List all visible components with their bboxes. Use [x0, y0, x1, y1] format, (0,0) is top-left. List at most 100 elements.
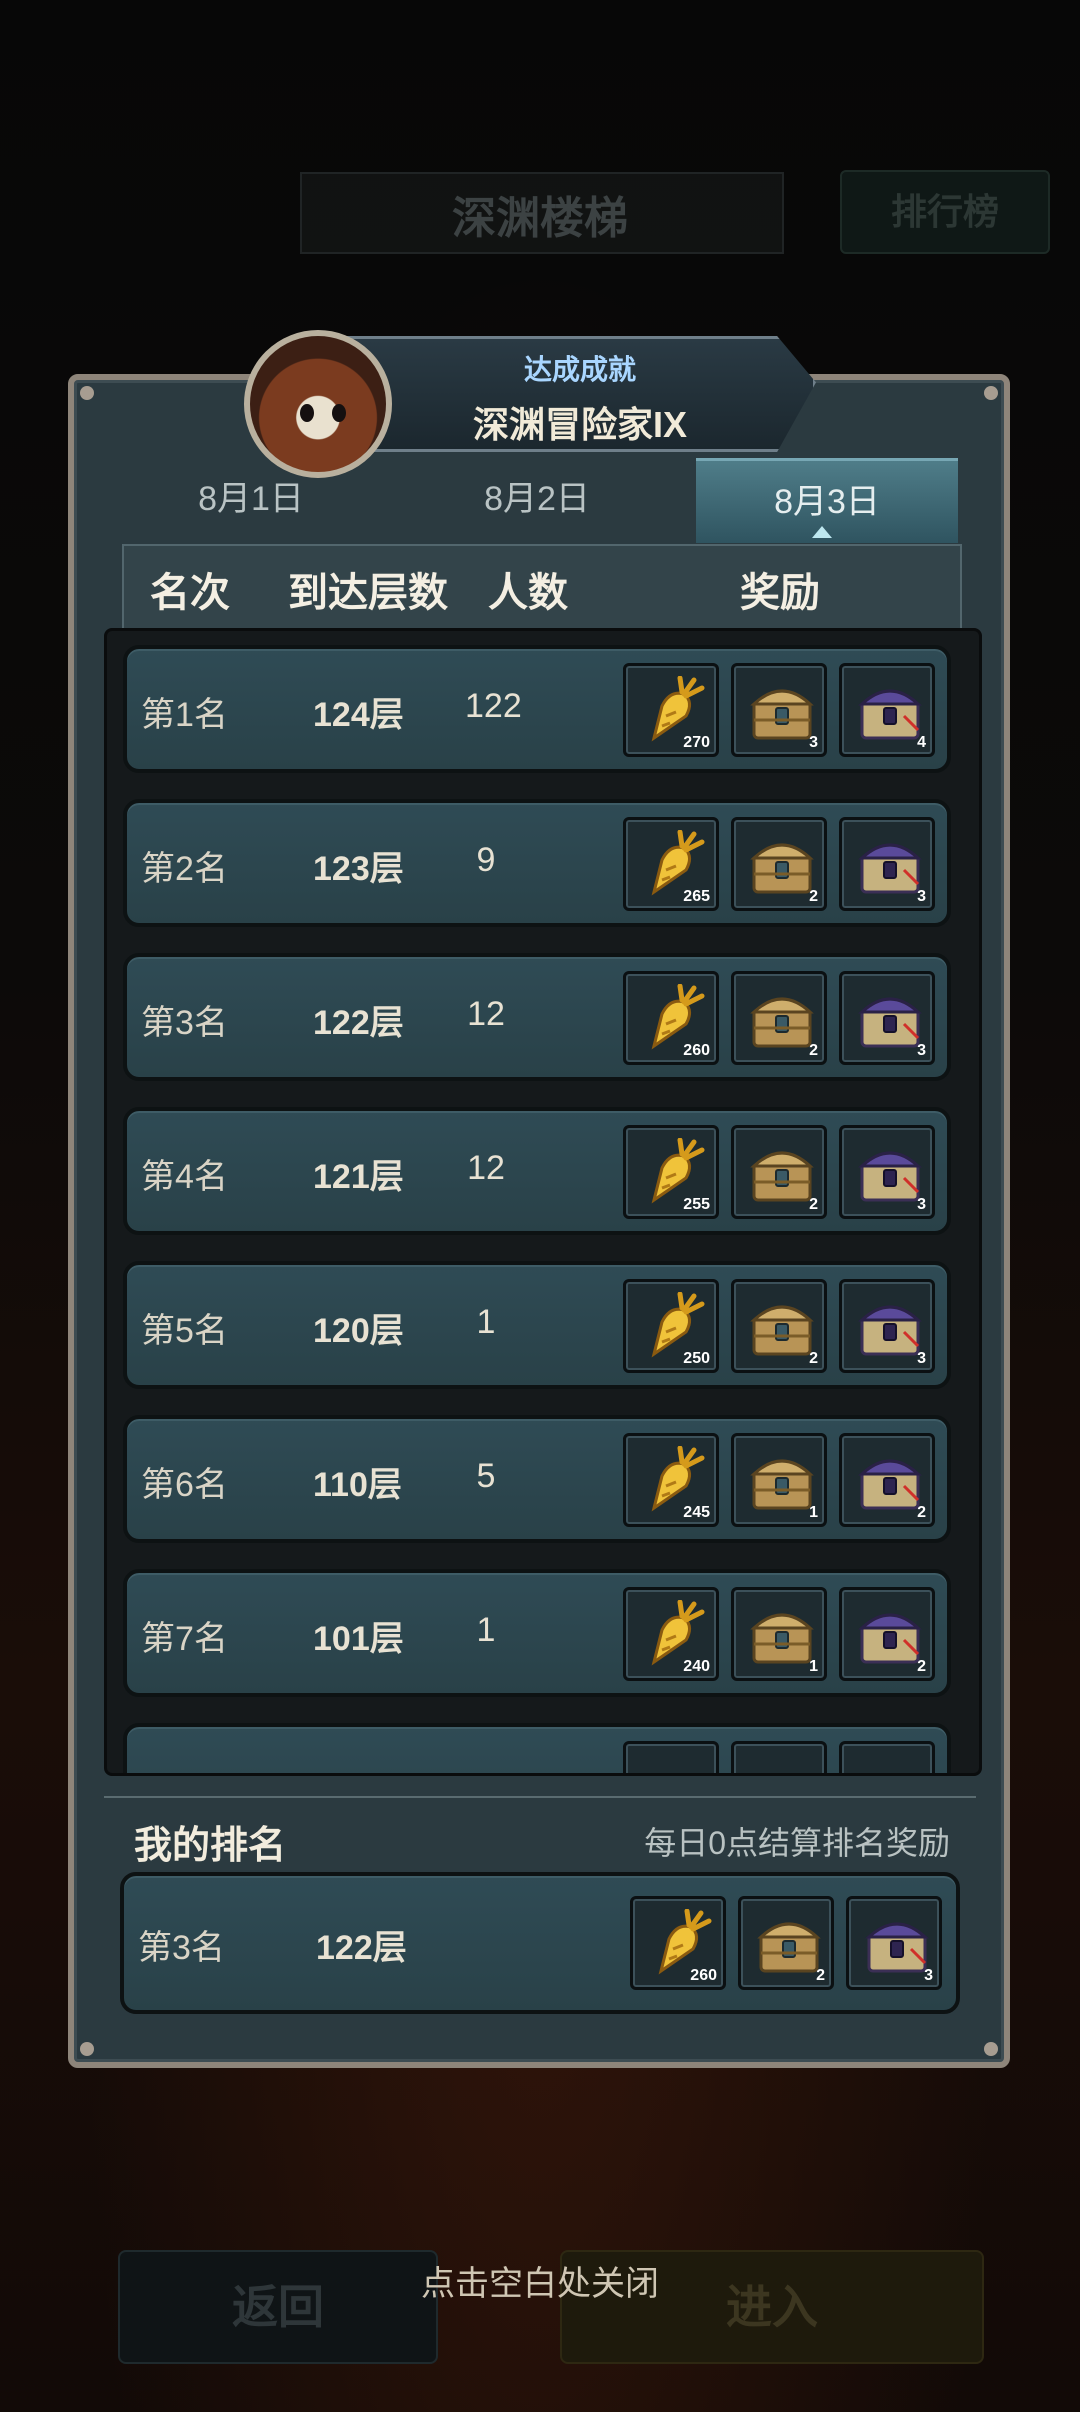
golden-carrot-reward-slot[interactable]: 260: [623, 971, 719, 1065]
reward-quantity: 2: [809, 1196, 818, 1213]
table-row[interactable]: 第5名 120层 1 250 2 3: [123, 1261, 951, 1389]
purple-chest-reward-slot[interactable]: 4: [839, 663, 935, 757]
reward-quantity: 240: [683, 1658, 710, 1675]
player-count-value: 12: [467, 1149, 505, 1187]
purple-chest-reward-slot[interactable]: 2: [839, 1587, 935, 1681]
table-row[interactable]: 第7名 101层 1 240 1 2: [123, 1569, 951, 1697]
reward-quantity: 245: [683, 1504, 710, 1521]
my-floor-value: 122层: [316, 1929, 407, 1967]
leaderboard-button: 排行榜: [840, 170, 1050, 254]
table-row[interactable]: 第1名 124层 122 270 3 4: [123, 645, 951, 773]
reward-quantity: 1: [809, 1504, 818, 1521]
reward-quantity: 3: [924, 1967, 933, 1984]
rank-value: 第5名: [141, 1312, 228, 1350]
header-floor: 到达层数: [288, 571, 448, 615]
reward-quantity: 2: [809, 888, 818, 905]
table-row-partial[interactable]: [123, 1723, 951, 1773]
table-row[interactable]: 第6名 110层 5 245 1 2: [123, 1415, 951, 1543]
header-reward: 奖励: [740, 571, 820, 615]
floor-value: 120层: [313, 1312, 404, 1350]
reward-quantity: 4: [917, 734, 926, 751]
purple-chest-reward-slot[interactable]: 3: [839, 1125, 935, 1219]
golden-carrot-reward-slot[interactable]: 250: [623, 1279, 719, 1373]
rank-value: 第3名: [141, 1004, 228, 1042]
table-row[interactable]: 第4名 121层 12 255 2 3: [123, 1107, 951, 1235]
rank-value: 第1名: [141, 696, 228, 734]
corner-rivet: [984, 2042, 998, 2056]
reward-quantity: 2: [809, 1042, 818, 1059]
avatar-eye: [332, 404, 346, 422]
golden-carrot-reward-slot[interactable]: 245: [623, 1433, 719, 1527]
achievement-title: 深渊冒险家IX: [472, 404, 687, 445]
reward-slot: [623, 1741, 719, 1773]
active-tab-pointer: [812, 526, 832, 538]
ranking-list[interactable]: 第1名 124层 122 270 3 4 第2名 123层 9 265 2 3 第3名 122层 12 260…: [104, 628, 982, 1776]
gold-chest-reward-slot[interactable]: 2: [731, 1125, 827, 1219]
floor-value: 124层: [313, 696, 404, 734]
purple-chest-reward-slot[interactable]: 3: [839, 971, 935, 1065]
reward-slot: [839, 1741, 935, 1773]
rank-value: 第7名: [141, 1620, 228, 1658]
reward-quantity: 3: [809, 734, 818, 751]
player-count-value: 1: [476, 1303, 496, 1341]
corner-rivet: [80, 386, 94, 400]
floor-value: 110层: [313, 1466, 402, 1504]
tab-aug-2[interactable]: 8月2日: [406, 458, 668, 540]
gold-chest-reward-slot[interactable]: 2: [731, 1279, 827, 1373]
rank-value: 第6名: [141, 1466, 228, 1504]
corner-rivet: [80, 2042, 94, 2056]
rank-value: 第4名: [141, 1158, 228, 1196]
table-header: 名次 到达层数 人数 奖励: [122, 544, 962, 630]
section-divider: [104, 1796, 976, 1798]
player-count-value: 5: [476, 1457, 496, 1495]
player-avatar: [244, 330, 392, 478]
reward-quantity: 265: [683, 888, 710, 905]
reward-quantity: 2: [816, 1967, 825, 1984]
reward-quantity: 260: [683, 1042, 710, 1059]
golden-carrot-reward-slot[interactable]: 260: [630, 1896, 726, 1990]
corner-rivet: [984, 386, 998, 400]
my-rank-note: 每日0点结算排名奖励: [644, 1825, 950, 1861]
reward-quantity: 3: [917, 888, 926, 905]
background-title: 深渊楼梯: [452, 194, 628, 243]
gold-chest-reward-slot[interactable]: 2: [731, 971, 827, 1065]
header-rank: 名次: [150, 571, 230, 615]
gold-chest-reward-slot[interactable]: 1: [731, 1587, 827, 1681]
golden-carrot-reward-slot[interactable]: 270: [623, 663, 719, 757]
purple-chest-reward-slot[interactable]: 2: [839, 1433, 935, 1527]
my-rank-value: 第3名: [138, 1929, 225, 1967]
golden-carrot-reward-slot[interactable]: 255: [623, 1125, 719, 1219]
reward-quantity: 3: [917, 1042, 926, 1059]
reward-quantity: 2: [917, 1658, 926, 1675]
floor-value: 123层: [313, 850, 404, 888]
achievement-label: 达成成就: [523, 354, 636, 385]
player-count-value: 122: [465, 687, 522, 725]
gold-chest-reward-slot[interactable]: 3: [731, 663, 827, 757]
header-count: 人数: [488, 571, 568, 615]
floor-value: 101层: [313, 1620, 404, 1658]
table-row[interactable]: 第2名 123层 9 265 2 3: [123, 799, 951, 927]
purple-chest-reward-slot[interactable]: 3: [839, 1279, 935, 1373]
reward-quantity: 3: [917, 1196, 926, 1213]
my-rank-title: 我的排名: [134, 1825, 287, 1867]
close-hint[interactable]: 点击空白处关闭: [0, 2256, 1080, 2305]
gold-chest-reward-slot[interactable]: 2: [738, 1896, 834, 1990]
reward-quantity: 270: [683, 734, 710, 751]
reward-quantity: 2: [809, 1350, 818, 1367]
gold-chest-reward-slot[interactable]: 2: [731, 817, 827, 911]
golden-carrot-reward-slot[interactable]: 265: [623, 817, 719, 911]
reward-quantity: 255: [683, 1196, 710, 1213]
player-count-value: 9: [476, 841, 496, 879]
reward-slot: [731, 1741, 827, 1773]
reward-quantity: 2: [917, 1504, 926, 1521]
gold-chest-reward-slot[interactable]: 1: [731, 1433, 827, 1527]
avatar-eye: [300, 404, 314, 422]
reward-quantity: 250: [683, 1350, 710, 1367]
rank-value: 第2名: [141, 850, 228, 888]
my-rank-row: 第3名 122层 260 2 3: [120, 1872, 960, 2014]
golden-carrot-reward-slot[interactable]: 240: [623, 1587, 719, 1681]
purple-chest-reward-slot[interactable]: 3: [846, 1896, 942, 1990]
purple-chest-reward-slot[interactable]: 3: [839, 817, 935, 911]
table-row[interactable]: 第3名 122层 12 260 2 3: [123, 953, 951, 1081]
player-count-value: 1: [476, 1611, 496, 1649]
